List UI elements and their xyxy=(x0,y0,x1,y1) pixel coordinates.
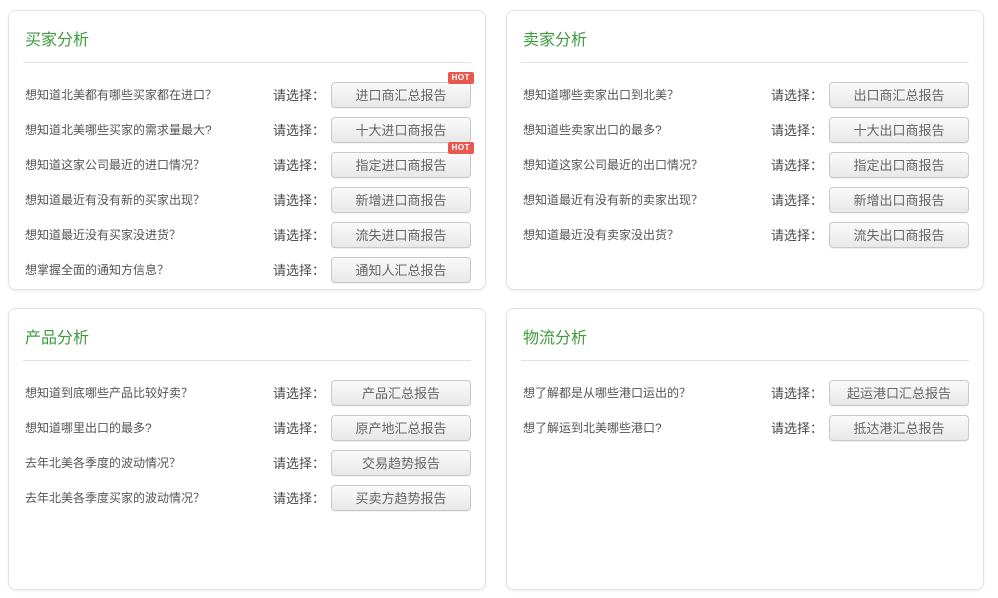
report-button-wrap: 指定出口商报告 xyxy=(829,152,969,178)
report-row: 想知道这家公司最近的进口情况？ 请选择： 指定进口商报告 HOT xyxy=(23,147,471,182)
report-row: 想知道这家公司最近的出口情况？ 请选择： 指定出口商报告 xyxy=(521,147,969,182)
departure-port-summary-report-button[interactable]: 起运港口汇总报告 xyxy=(829,380,969,406)
report-button-wrap: 流失进口商报告 xyxy=(331,222,471,248)
question-text: 想知道这家公司最近的出口情况？ xyxy=(521,156,771,173)
select-label: 请选择： xyxy=(273,488,325,507)
specified-importer-report-button[interactable]: 指定进口商报告 xyxy=(331,152,471,178)
report-button-wrap: 原产地汇总报告 xyxy=(331,415,471,441)
top10-exporters-report-button[interactable]: 十大出口商报告 xyxy=(829,117,969,143)
rows-container: 想知道哪些卖家出口到北美？ 请选择： 出口商汇总报告 想知道些卖家出口的最多? … xyxy=(521,63,969,252)
rows-container: 想知道北美都有哪些买家都在进口？ 请选择： 进口商汇总报告 HOT 想知道北美哪… xyxy=(23,63,471,287)
question-text: 想知道最近有没有新的买家出现？ xyxy=(23,191,273,208)
select-label: 请选择： xyxy=(771,225,823,244)
select-label: 请选择： xyxy=(273,120,325,139)
select-label: 请选择： xyxy=(273,190,325,209)
report-button-wrap: 产品汇总报告 xyxy=(331,380,471,406)
report-button-wrap: 通知人汇总报告 xyxy=(331,257,471,283)
new-importers-report-button[interactable]: 新增进口商报告 xyxy=(331,187,471,213)
export-summary-report-button[interactable]: 出口商汇总报告 xyxy=(829,82,969,108)
question-text: 想知道些卖家出口的最多? xyxy=(521,121,771,138)
report-button-wrap: 买卖方趋势报告 xyxy=(331,485,471,511)
select-label: 请选择： xyxy=(273,383,325,402)
new-exporters-report-button[interactable]: 新增出口商报告 xyxy=(829,187,969,213)
hot-badge: HOT xyxy=(448,72,474,84)
question-text: 想知道这家公司最近的进口情况？ xyxy=(23,156,273,173)
question-text: 去年北美各季度的波动情况？ xyxy=(23,454,273,471)
report-button-wrap: 出口商汇总报告 xyxy=(829,82,969,108)
hot-badge: HOT xyxy=(448,142,474,154)
select-label: 请选择： xyxy=(771,418,823,437)
report-button-wrap: 流失出口商报告 xyxy=(829,222,969,248)
select-label: 请选择： xyxy=(771,155,823,174)
report-button-wrap: 交易趋势报告 xyxy=(331,450,471,476)
report-button-wrap: 抵达港汇总报告 xyxy=(829,415,969,441)
panel-title: 买家分析 xyxy=(23,11,471,63)
question-text: 想知道最近没有卖家没出货？ xyxy=(521,226,771,243)
rows-container: 想了解都是从哪些港口运出的？ 请选择： 起运港口汇总报告 想了解运到北美哪些港口… xyxy=(521,361,969,445)
report-button-wrap: 十大出口商报告 xyxy=(829,117,969,143)
report-row: 想知道到底哪些产品比较好卖？ 请选择： 产品汇总报告 xyxy=(23,375,471,410)
report-button-wrap: 指定进口商报告 HOT xyxy=(331,152,471,178)
top10-importers-report-button[interactable]: 十大进口商报告 xyxy=(331,117,471,143)
import-summary-report-button[interactable]: 进口商汇总报告 xyxy=(331,82,471,108)
arrival-port-summary-report-button[interactable]: 抵达港汇总报告 xyxy=(829,415,969,441)
select-label: 请选择： xyxy=(771,120,823,139)
buyer-seller-trend-report-button[interactable]: 买卖方趋势报告 xyxy=(331,485,471,511)
select-label: 请选择： xyxy=(273,155,325,174)
report-row: 想知道北美哪些买家的需求量最大? 请选择： 十大进口商报告 xyxy=(23,112,471,147)
trade-trend-report-button[interactable]: 交易趋势报告 xyxy=(331,450,471,476)
panel-title: 产品分析 xyxy=(23,309,471,361)
rows-container: 想知道到底哪些产品比较好卖？ 请选择： 产品汇总报告 想知道哪里出口的最多? 请… xyxy=(23,361,471,515)
question-text: 想知道最近有没有新的卖家出现？ xyxy=(521,191,771,208)
report-button-wrap: 新增进口商报告 xyxy=(331,187,471,213)
question-text: 想了解运到北美哪些港口? xyxy=(521,419,771,436)
lost-importers-report-button[interactable]: 流失进口商报告 xyxy=(331,222,471,248)
select-label: 请选择： xyxy=(771,85,823,104)
select-label: 请选择： xyxy=(273,418,325,437)
report-row: 想了解都是从哪些港口运出的？ 请选择： 起运港口汇总报告 xyxy=(521,375,969,410)
question-text: 想知道北美都有哪些买家都在进口？ xyxy=(23,86,273,103)
panel-title: 物流分析 xyxy=(521,309,969,361)
panel-product-analysis: 产品分析 想知道到底哪些产品比较好卖？ 请选择： 产品汇总报告 想知道哪里出口的… xyxy=(8,308,486,590)
question-text: 去年北美各季度买家的波动情况？ xyxy=(23,489,273,506)
select-label: 请选择： xyxy=(273,260,325,279)
question-text: 想了解都是从哪些港口运出的？ xyxy=(521,384,771,401)
product-summary-report-button[interactable]: 产品汇总报告 xyxy=(331,380,471,406)
select-label: 请选择： xyxy=(771,190,823,209)
question-text: 想掌握全面的通知方信息？ xyxy=(23,261,273,278)
origin-summary-report-button[interactable]: 原产地汇总报告 xyxy=(331,415,471,441)
question-text: 想知道到底哪些产品比较好卖？ xyxy=(23,384,273,401)
select-label: 请选择： xyxy=(273,85,325,104)
report-button-wrap: 进口商汇总报告 HOT xyxy=(331,82,471,108)
lost-exporters-report-button[interactable]: 流失出口商报告 xyxy=(829,222,969,248)
report-button-wrap: 起运港口汇总报告 xyxy=(829,380,969,406)
report-row: 想知道哪些卖家出口到北美？ 请选择： 出口商汇总报告 xyxy=(521,77,969,112)
notify-party-summary-report-button[interactable]: 通知人汇总报告 xyxy=(331,257,471,283)
question-text: 想知道最近没有买家没进货？ xyxy=(23,226,273,243)
panel-title: 卖家分析 xyxy=(521,11,969,63)
select-label: 请选择： xyxy=(771,383,823,402)
report-row: 想知道北美都有哪些买家都在进口？ 请选择： 进口商汇总报告 HOT xyxy=(23,77,471,112)
report-row: 想知道最近没有卖家没出货？ 请选择： 流失出口商报告 xyxy=(521,217,969,252)
report-row: 想掌握全面的通知方信息？ 请选择： 通知人汇总报告 xyxy=(23,252,471,287)
select-label: 请选择： xyxy=(273,225,325,244)
report-row: 想知道些卖家出口的最多? 请选择： 十大出口商报告 xyxy=(521,112,969,147)
panel-logistics-analysis: 物流分析 想了解都是从哪些港口运出的？ 请选择： 起运港口汇总报告 想了解运到北… xyxy=(506,308,984,590)
panel-buyer-analysis: 买家分析 想知道北美都有哪些买家都在进口？ 请选择： 进口商汇总报告 HOT 想… xyxy=(8,10,486,290)
report-button-wrap: 新增出口商报告 xyxy=(829,187,969,213)
report-button-wrap: 十大进口商报告 xyxy=(331,117,471,143)
question-text: 想知道北美哪些买家的需求量最大? xyxy=(23,121,273,138)
report-row: 想知道最近有没有新的买家出现？ 请选择： 新增进口商报告 xyxy=(23,182,471,217)
report-row: 去年北美各季度买家的波动情况？ 请选择： 买卖方趋势报告 xyxy=(23,480,471,515)
report-row: 想知道哪里出口的最多? 请选择： 原产地汇总报告 xyxy=(23,410,471,445)
report-row: 想知道最近没有买家没进货？ 请选择： 流失进口商报告 xyxy=(23,217,471,252)
specified-exporter-report-button[interactable]: 指定出口商报告 xyxy=(829,152,969,178)
report-row: 想知道最近有没有新的卖家出现？ 请选择： 新增出口商报告 xyxy=(521,182,969,217)
question-text: 想知道哪里出口的最多? xyxy=(23,419,273,436)
report-row: 想了解运到北美哪些港口? 请选择： 抵达港汇总报告 xyxy=(521,410,969,445)
question-text: 想知道哪些卖家出口到北美？ xyxy=(521,86,771,103)
select-label: 请选择： xyxy=(273,453,325,472)
report-row: 去年北美各季度的波动情况？ 请选择： 交易趋势报告 xyxy=(23,445,471,480)
panel-seller-analysis: 卖家分析 想知道哪些卖家出口到北美？ 请选择： 出口商汇总报告 想知道些卖家出口… xyxy=(506,10,984,290)
